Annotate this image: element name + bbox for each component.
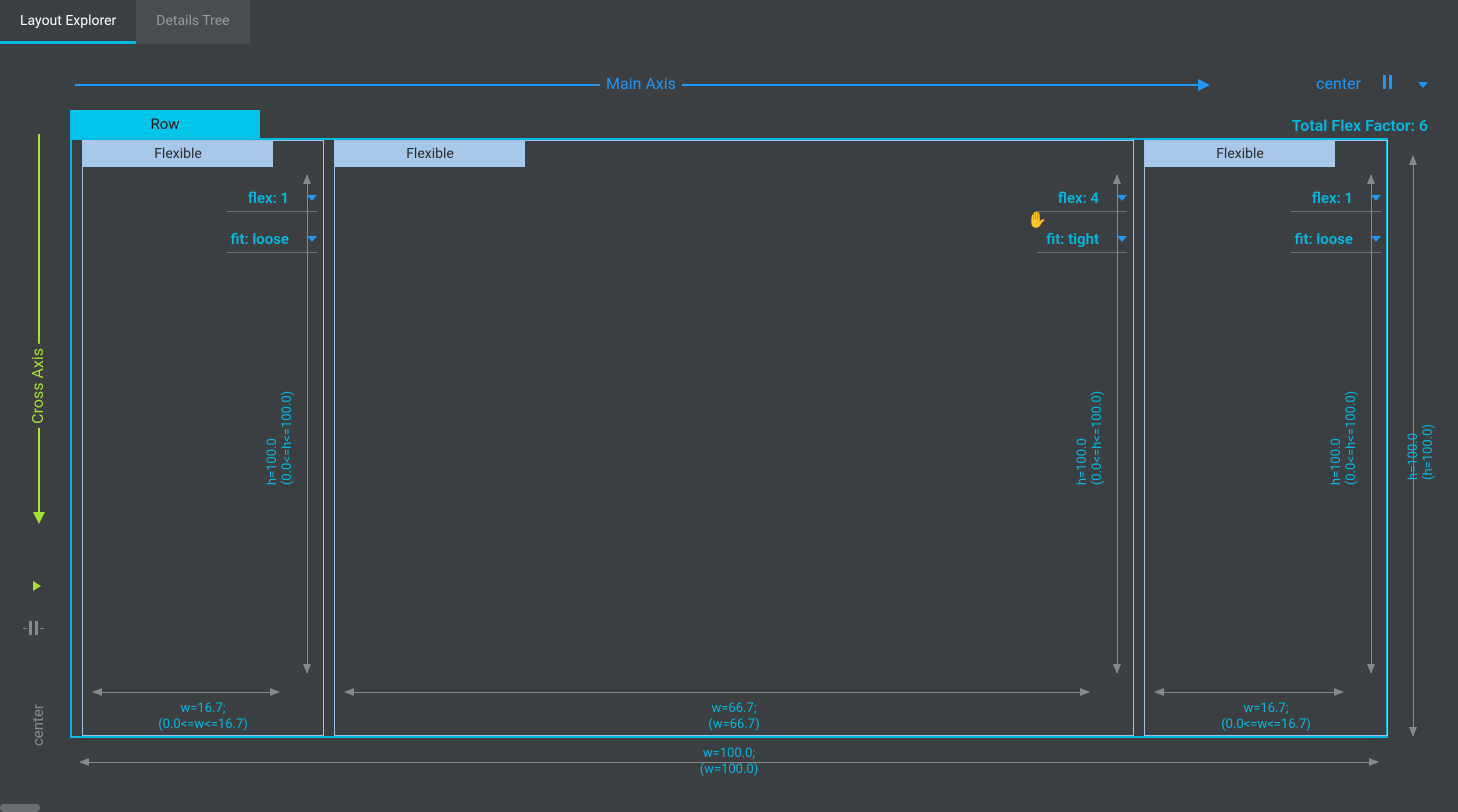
- child-properties: flex: 4 fit: tight: [1037, 189, 1127, 253]
- fit-dropdown[interactable]: fit: loose: [227, 230, 317, 253]
- fit-dropdown[interactable]: fit: tight: [1037, 230, 1127, 253]
- width-arrow: [345, 692, 1089, 693]
- flex-value: flex: 4: [1058, 189, 1099, 207]
- chevron-down-icon: [1117, 236, 1127, 242]
- flexible-child-2[interactable]: Flexible flex: 4 fit: tight h=100.0(0.0<…: [334, 140, 1134, 736]
- flexible-tag: Flexible: [1145, 141, 1335, 167]
- flex-dropdown[interactable]: flex: 4: [1037, 189, 1127, 212]
- layout-canvas: Main Axis center Cross Axis center Row T…: [0, 44, 1458, 812]
- main-axis-spacing-dropdown[interactable]: [1383, 74, 1392, 93]
- align-space-icon: [1383, 75, 1392, 89]
- child-properties: flex: 1 fit: loose: [227, 189, 317, 253]
- child-properties: flex: 1 fit: loose: [1291, 189, 1381, 253]
- chevron-down-icon: [1371, 236, 1381, 242]
- fit-value: fit: loose: [1295, 230, 1353, 248]
- flexible-child-3[interactable]: Flexible flex: 1 fit: loose h=100.0(0.0<…: [1144, 140, 1388, 736]
- width-dimension: w=16.7;(0.0<=w<=16.7): [83, 701, 323, 734]
- chevron-down-icon: [307, 195, 317, 201]
- flex-value: flex: 1: [1312, 189, 1353, 207]
- chevron-down-icon: [1117, 195, 1127, 201]
- play-icon[interactable]: [33, 581, 41, 591]
- container-width-dimension: w=100.0;(w=100.0): [0, 746, 1458, 779]
- flexible-child-1[interactable]: Flexible flex: 1 fit: loose h=100.0(0.0<…: [82, 140, 324, 736]
- row-container-box: Flexible flex: 1 fit: loose h=100.0(0.0<…: [70, 138, 1388, 738]
- width-arrow: [93, 692, 279, 693]
- main-axis-label: Main Axis: [600, 74, 682, 93]
- cross-axis-arrow: [38, 134, 40, 522]
- height-arrow: [1371, 175, 1372, 673]
- fit-dropdown[interactable]: fit: loose: [1291, 230, 1381, 253]
- cross-axis-spacing-control[interactable]: [29, 621, 38, 635]
- width-dimension: w=66.7;(w=66.7): [335, 701, 1133, 734]
- height-arrow: [307, 175, 308, 673]
- flex-dropdown[interactable]: flex: 1: [1291, 189, 1381, 212]
- main-axis-controls: center: [1316, 74, 1428, 93]
- chevron-down-icon: [307, 236, 317, 242]
- horizontal-scrollbar[interactable]: [0, 804, 40, 812]
- height-dimension: h=100.0(0.0<=h<=100.0): [1075, 391, 1105, 485]
- container-height-dimension: h=100.0(h=100.0): [1406, 424, 1436, 480]
- height-dimension: h=100.0(0.0<=h<=100.0): [1329, 391, 1359, 485]
- chevron-down-icon: [1418, 82, 1428, 88]
- cross-axis-alignment-dropdown[interactable]: center: [29, 704, 47, 746]
- width-arrow: [1155, 692, 1343, 693]
- tab-details-tree[interactable]: Details Tree: [136, 0, 249, 44]
- fit-value: fit: loose: [231, 230, 289, 248]
- cross-axis-label: Cross Axis: [28, 344, 47, 428]
- flexible-tag: Flexible: [83, 141, 273, 167]
- main-axis-alignment-dropdown[interactable]: center: [1316, 74, 1361, 93]
- height-dimension: h=100.0(0.0<=h<=100.0): [265, 391, 295, 485]
- row-widget-tag[interactable]: Row: [70, 110, 260, 138]
- fit-value: fit: tight: [1046, 230, 1099, 248]
- main-axis-alignment-value: center: [1316, 74, 1361, 93]
- flex-value: flex: 1: [248, 189, 289, 207]
- height-arrow: [1117, 175, 1118, 673]
- flex-dropdown[interactable]: flex: 1: [227, 189, 317, 212]
- tabs: Layout Explorer Details Tree: [0, 0, 1458, 44]
- main-axis-extra-dropdown[interactable]: [1414, 74, 1428, 93]
- flexible-tag: Flexible: [335, 141, 525, 167]
- width-dimension: w=16.7;(0.0<=w<=16.7): [1145, 701, 1387, 734]
- chevron-down-icon: [1371, 195, 1381, 201]
- total-flex-factor: Total Flex Factor: 6: [1292, 116, 1428, 135]
- tab-layout-explorer[interactable]: Layout Explorer: [0, 0, 136, 44]
